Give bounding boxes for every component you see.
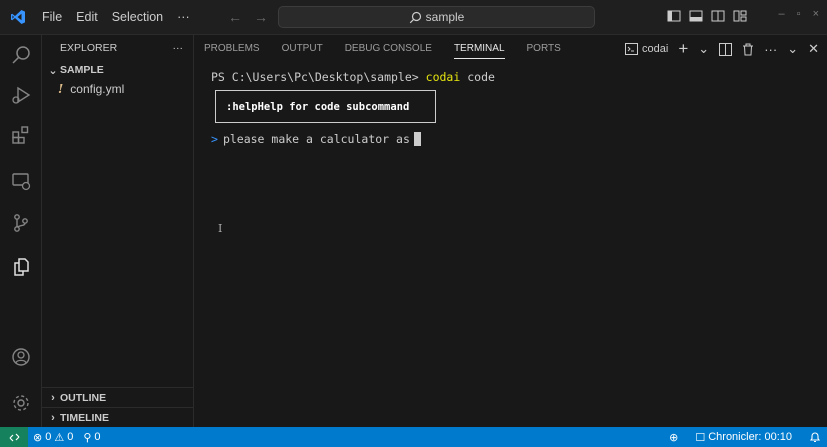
terminal-icon <box>625 43 639 55</box>
menu-selection[interactable]: Selection <box>105 0 170 35</box>
chronicler-status[interactable]: ☐ Chronicler: 00:10 <box>690 431 797 444</box>
search-view-icon[interactable] <box>0 35 42 75</box>
text-cursor <box>413 132 421 146</box>
terminal-dropdown-chevron-icon[interactable]: ⌄ <box>698 41 709 57</box>
search-label: sample <box>425 10 465 24</box>
chronicler-label: Chronicler: 00:10 <box>708 431 792 443</box>
terminal-name: codai <box>642 43 669 55</box>
extensions-icon[interactable] <box>0 115 42 155</box>
navigation-arrows: ← → <box>228 9 268 25</box>
terminal-prompt-line: PS C:\Users\Pc\Desktop\sample> codai cod… <box>211 70 495 84</box>
folder-label: SAMPLE <box>60 64 104 76</box>
explorer-more-button[interactable]: ··· <box>173 42 184 54</box>
panel-more-icon[interactable]: ··· <box>764 42 777 57</box>
folder-sample[interactable]: ⌄ SAMPLE <box>42 61 193 79</box>
mouse-ibeam-cursor-icon: I <box>218 222 223 235</box>
popup-command: :help <box>226 100 258 113</box>
toggle-sidebar-icon[interactable] <box>667 9 681 23</box>
vscode-logo-icon <box>0 0 35 35</box>
window-controls: – ▫ × <box>779 8 819 20</box>
help-suggestion-popup[interactable]: :help Help for code subcommand <box>215 90 436 123</box>
remote-explorer-icon[interactable] <box>0 161 42 201</box>
command-center-search[interactable]: sample <box>278 6 595 28</box>
tab-terminal[interactable]: TERMINAL <box>453 35 505 63</box>
broadcast-icon: ⚲ <box>83 431 92 444</box>
warning-icon: ⚠ <box>54 431 65 444</box>
back-arrow-icon[interactable]: ← <box>228 9 242 25</box>
explorer-title: EXPLORER <box>60 42 118 54</box>
status-right: ⊕ ☐ Chronicler: 00:10 <box>669 427 821 447</box>
remote-indicator-icon[interactable] <box>0 427 28 447</box>
input-prompt-marker: > <box>211 132 218 146</box>
panel-actions: codai + ⌄ ··· ⌄ ✕ <box>625 39 819 59</box>
toggle-panel-icon[interactable] <box>689 9 703 23</box>
file-name: config.yml <box>70 82 125 96</box>
split-terminal-icon[interactable] <box>719 42 733 56</box>
tab-problems[interactable]: PROBLEMS <box>204 35 260 63</box>
explorer-sidebar: EXPLORER ··· ⌄ SAMPLE ! config.yml › OUT… <box>42 35 194 427</box>
terminal-input-text: please make a calculator as <box>222 132 410 146</box>
layout-controls <box>667 9 747 23</box>
error-count: 0 <box>45 431 52 443</box>
status-bar: ⊗ 0 ⚠ 0 ⚲ 0 ⊕ ☐ Chronicler: 00:10 <box>0 427 827 447</box>
menu-more[interactable]: ··· <box>170 0 197 35</box>
title-bar: File Edit Selection ··· ← → sample – ▫ × <box>0 0 827 35</box>
toggle-secondary-sidebar-icon[interactable] <box>711 9 725 23</box>
menu-file[interactable]: File <box>35 0 69 35</box>
terminal-instance[interactable]: codai <box>625 43 668 55</box>
tab-ports[interactable]: PORTS <box>527 35 561 63</box>
run-debug-icon[interactable] <box>0 75 42 115</box>
explorer-header: EXPLORER ··· <box>42 35 193 61</box>
terminal-input-line[interactable]: > please make a calculator as <box>211 132 421 146</box>
minimize-icon[interactable]: – <box>779 8 785 20</box>
yaml-file-icon: ! <box>58 82 64 96</box>
prompt-path: PS C:\Users\Pc\Desktop\sample> <box>211 70 419 84</box>
chevron-right-icon: › <box>51 411 55 424</box>
close-panel-icon[interactable]: ✕ <box>808 41 819 57</box>
popup-description: Help for code subcommand <box>257 100 410 113</box>
source-control-icon[interactable] <box>0 203 42 243</box>
tab-debug-console[interactable]: DEBUG CONSOLE <box>345 35 432 63</box>
ports-status[interactable]: ⚲ 0 <box>78 431 105 444</box>
timeline-label: TIMELINE <box>60 411 109 424</box>
command-argument: code <box>467 70 495 84</box>
kill-terminal-trash-icon[interactable] <box>742 43 754 56</box>
customize-layout-icon[interactable] <box>733 9 747 23</box>
chevron-down-icon: ⌄ <box>48 64 58 77</box>
close-window-icon[interactable]: × <box>813 8 819 20</box>
notifications-bell-icon[interactable] <box>809 431 821 443</box>
zoom-icon[interactable]: ⊕ <box>669 431 678 444</box>
explorer-icon[interactable] <box>0 247 42 287</box>
activity-bar <box>0 35 42 427</box>
outline-label: OUTLINE <box>60 391 107 404</box>
panel-chevron-down-icon[interactable]: ⌄ <box>787 41 798 57</box>
timeline-section[interactable]: › TIMELINE <box>42 407 194 427</box>
forward-arrow-icon[interactable]: → <box>254 9 268 25</box>
tab-output[interactable]: OUTPUT <box>282 35 323 63</box>
square-icon: ☐ <box>695 431 706 444</box>
warning-count: 0 <box>67 431 74 443</box>
chevron-right-icon: › <box>51 391 55 404</box>
file-item[interactable]: ! config.yml <box>42 79 193 99</box>
new-terminal-plus-icon[interactable]: + <box>678 39 688 59</box>
menu-edit[interactable]: Edit <box>69 0 105 35</box>
settings-gear-icon[interactable] <box>0 383 42 423</box>
problems-status[interactable]: ⊗ 0 ⚠ 0 <box>28 431 78 444</box>
error-icon: ⊗ <box>33 431 43 444</box>
accounts-icon[interactable] <box>0 337 42 377</box>
outline-section[interactable]: › OUTLINE <box>42 387 194 407</box>
menu-bar: File Edit Selection ··· <box>35 0 197 35</box>
search-icon <box>409 11 421 23</box>
ports-count: 0 <box>94 431 101 443</box>
command-name: codai <box>425 70 461 84</box>
maximize-icon[interactable]: ▫ <box>797 8 801 20</box>
